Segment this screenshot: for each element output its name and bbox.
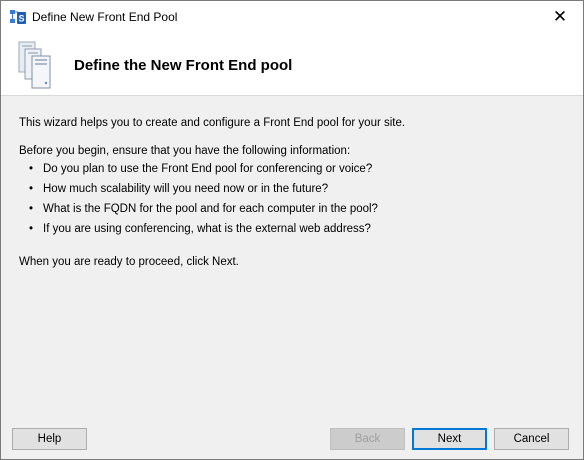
server-stack-icon	[18, 41, 51, 89]
list-item: What is the FQDN for the pool and for ea…	[29, 201, 569, 217]
close-icon: ✕	[552, 6, 568, 26]
wizard-content: This wizard helps you to create and conf…	[19, 115, 569, 241]
window-title: Define New Front End Pool	[32, 10, 178, 24]
close-button[interactable]: ✕	[537, 1, 583, 32]
topology-builder-icon: S	[10, 10, 26, 24]
back-button[interactable]: Back	[330, 428, 405, 450]
before-text: Before you begin, ensure that you have t…	[19, 145, 351, 157]
help-button[interactable]: Help	[12, 428, 87, 450]
list-item: If you are using conferencing, what is t…	[29, 221, 569, 237]
list-item: Do you plan to use the Front End pool fo…	[29, 161, 569, 177]
svg-text:S: S	[18, 14, 24, 24]
next-button[interactable]: Next	[412, 428, 487, 450]
wizard-window: S Define New Front End Pool ✕ Define the…	[0, 0, 584, 460]
proceed-text: When you are ready to proceed, click Nex…	[19, 256, 239, 268]
cancel-button[interactable]: Cancel	[494, 428, 569, 450]
title-bar: S Define New Front End Pool ✕	[1, 1, 583, 32]
wizard-header: Define the New Front End pool	[1, 32, 583, 96]
intro-text: This wizard helps you to create and conf…	[19, 117, 406, 129]
info-list: Do you plan to use the Front End pool fo…	[29, 161, 569, 237]
list-item: How much scalability will you need now o…	[29, 181, 569, 197]
page-title: Define the New Front End pool	[74, 57, 293, 74]
